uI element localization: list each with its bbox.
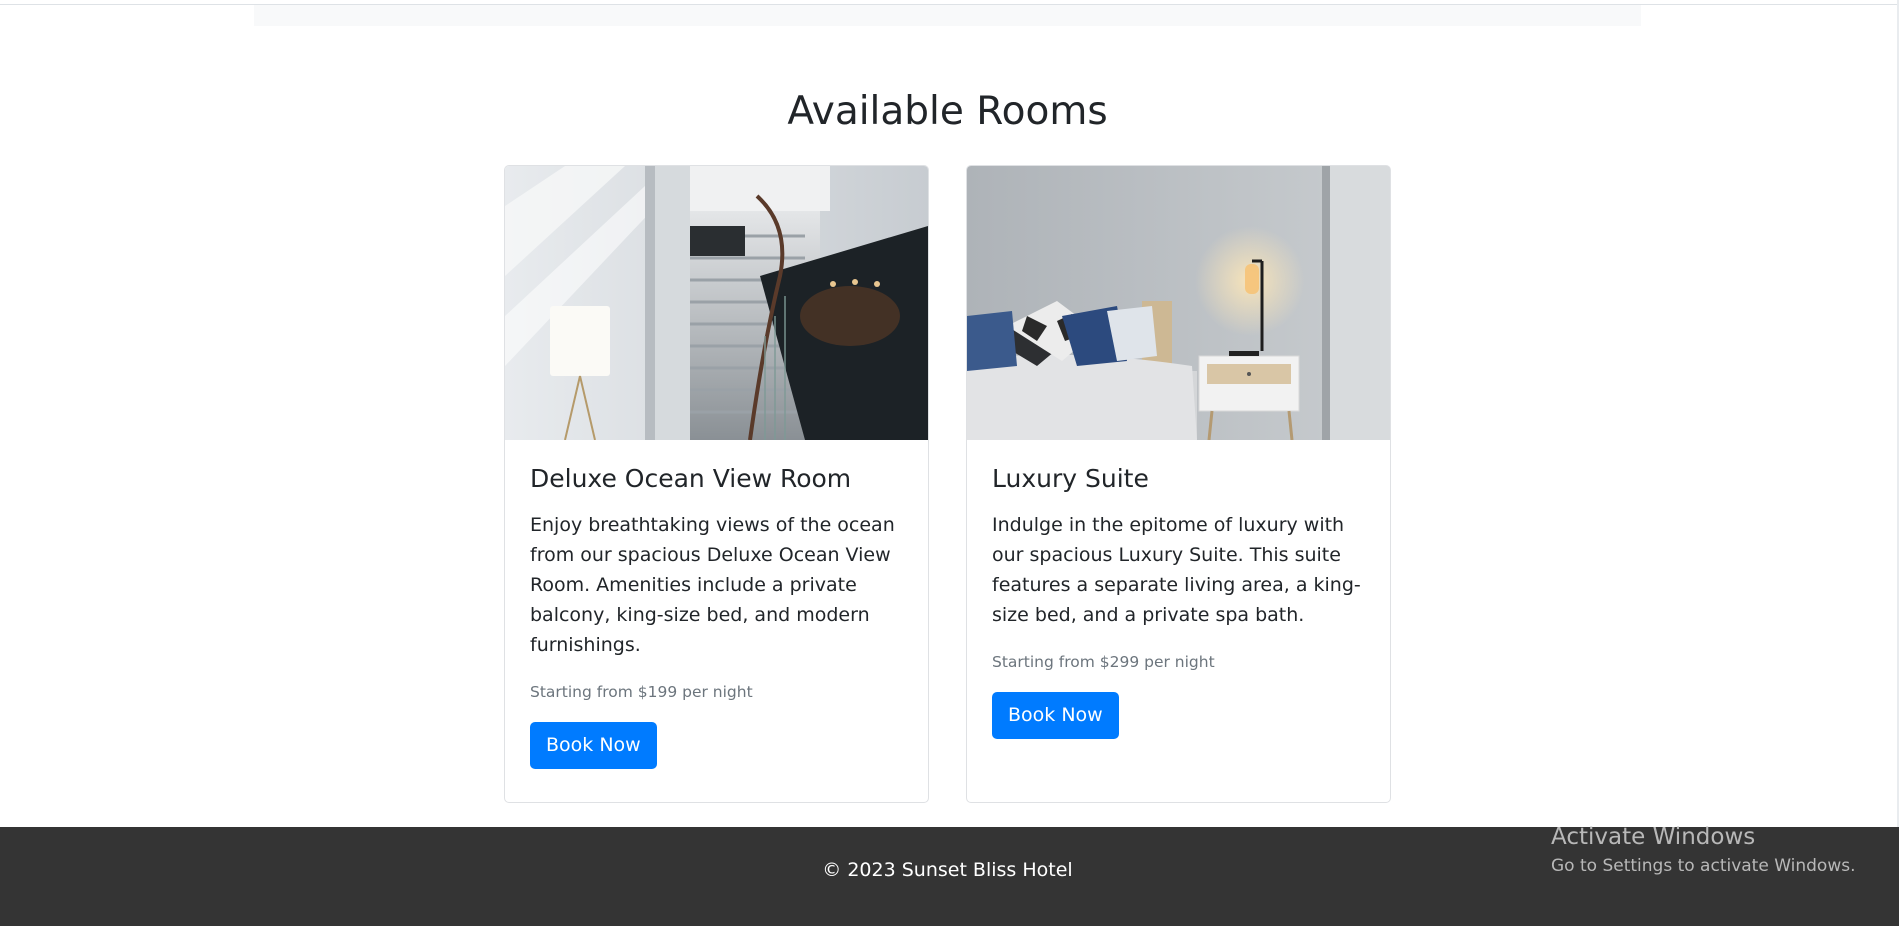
room-title: Luxury Suite [992, 464, 1149, 493]
section-title: Available Rooms [787, 89, 1108, 134]
room-image-bedroom [967, 166, 1390, 440]
browser-viewport: Available Rooms Deluxe Ocean View Room E… [0, 0, 1899, 926]
room-card-deluxe: Deluxe Ocean View Room Enjoy breathtakin… [504, 165, 929, 803]
page: Available Rooms Deluxe Ocean View Room E… [0, 0, 1899, 926]
card-body: Luxury Suite Indulge in the epitome of l… [967, 440, 1390, 739]
card-body: Deluxe Ocean View Room Enjoy breathtakin… [505, 440, 928, 769]
room-price: Starting from $199 per night [530, 683, 753, 701]
page-header-strip [254, 5, 1641, 26]
watermark-title: Activate Windows [1551, 824, 1756, 850]
room-title: Deluxe Ocean View Room [530, 464, 852, 493]
room-price: Starting from $299 per night [992, 653, 1215, 671]
bedroom-photo [967, 166, 1390, 440]
staircase-photo [505, 166, 928, 440]
room-image-staircase [505, 166, 928, 440]
room-description: Enjoy breathtaking views of the ocean fr… [530, 514, 895, 656]
room-description: Indulge in the epitome of luxury with ou… [992, 514, 1361, 626]
windows-activation-watermark: Activate Windows Go to Settings to activ… [1551, 822, 1856, 878]
watermark-subtitle: Go to Settings to activate Windows. [1551, 856, 1856, 876]
room-card-luxury-suite: Luxury Suite Indulge in the epitome of l… [966, 165, 1391, 803]
book-now-button[interactable]: Book Now [530, 722, 657, 769]
book-now-button[interactable]: Book Now [992, 692, 1119, 739]
